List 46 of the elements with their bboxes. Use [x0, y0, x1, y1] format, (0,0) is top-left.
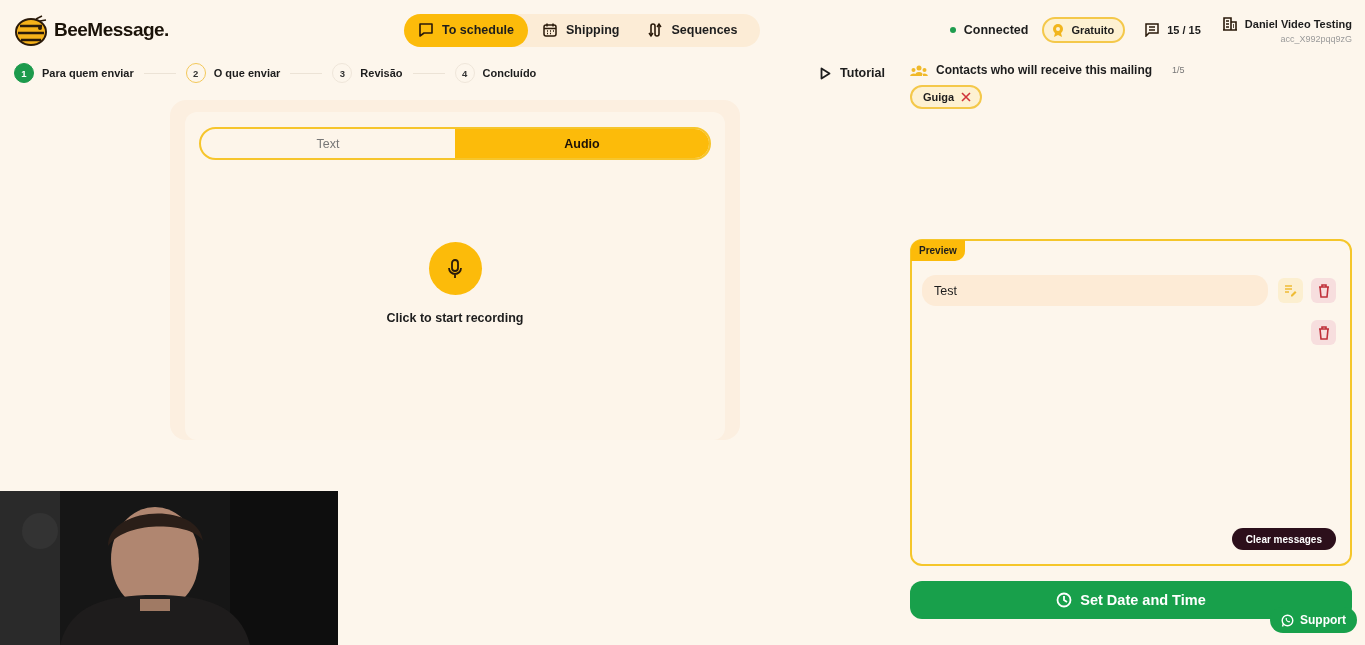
step-label: Concluído — [482, 67, 537, 79]
step-number: 2 — [185, 63, 206, 83]
brand-name: BeeMessage. — [54, 19, 169, 41]
step-label: Revisão — [360, 67, 403, 79]
people-icon — [910, 64, 928, 76]
chat-icon — [1281, 613, 1294, 627]
close-icon[interactable] — [961, 92, 972, 102]
clear-messages-button[interactable]: Clear messages — [1231, 528, 1336, 550]
building-icon — [1222, 16, 1237, 31]
step-number: 1 — [14, 63, 34, 83]
message-credits: 15 / 15 — [1167, 24, 1201, 36]
chat-bubble-icon — [418, 22, 434, 38]
clock-icon — [1056, 592, 1073, 608]
tutorial-button[interactable]: Tutorial — [820, 66, 885, 80]
step-label: Para quem enviar — [42, 67, 134, 79]
nav-tab[interactable]: To schedule — [404, 13, 528, 47]
play-icon — [820, 66, 832, 80]
step-number: 4 — [454, 63, 475, 83]
contact-chip[interactable]: Guiga — [910, 85, 983, 109]
edit-icon — [1284, 284, 1297, 297]
mode-tab[interactable]: Audio — [455, 129, 709, 158]
step-label: O que enviar — [213, 67, 281, 79]
delete-button[interactable] — [1311, 278, 1336, 303]
trash-icon — [1317, 325, 1330, 340]
record-button[interactable] — [428, 242, 482, 295]
mode-tab[interactable]: Text — [201, 129, 455, 158]
trash-icon — [1317, 283, 1330, 298]
medal-icon — [1051, 22, 1066, 38]
nav-tab[interactable]: Sequences — [633, 13, 752, 47]
preview-label: Preview — [911, 240, 965, 261]
message-bubble: Test — [922, 275, 1268, 306]
bee-logo-icon — [14, 14, 48, 46]
account-name: Daniel Video Testing — [1244, 17, 1352, 30]
message-icon — [1145, 23, 1160, 37]
account-id: acc_X992pqq9zG — [1280, 33, 1352, 44]
calendar-icon — [542, 22, 558, 38]
step-number: 3 — [332, 63, 353, 83]
nav-tab[interactable]: Shipping — [528, 13, 634, 47]
connection-status: Connected — [963, 23, 1029, 37]
contacts-title: Contacts who will receive this mailing — [936, 63, 1153, 77]
delete-button[interactable] — [1311, 320, 1336, 345]
microphone-icon — [447, 259, 463, 278]
sequence-icon — [647, 22, 664, 38]
contacts-count: 1/5 — [1172, 65, 1185, 75]
record-hint: Click to start recording — [386, 311, 524, 325]
plan-badge: Gratuito — [1042, 17, 1126, 43]
